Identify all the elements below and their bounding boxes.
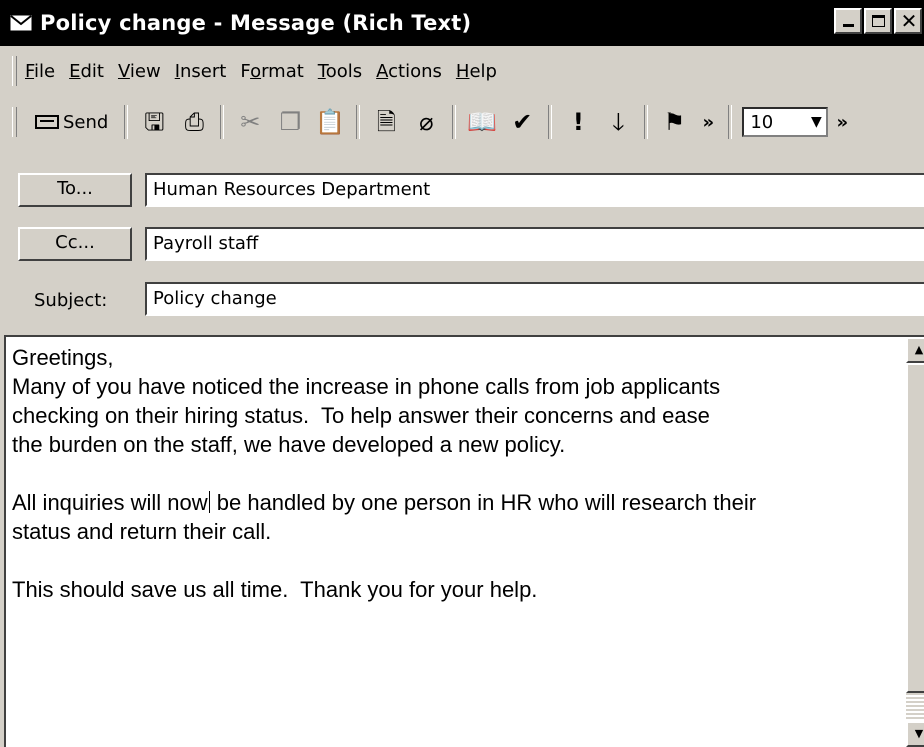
toolbar-separator [728,105,733,139]
toolbar-separator [220,105,225,139]
paste-icon: 📋 [315,108,346,136]
cut-icon: ✂ [240,108,261,136]
body-line: This should save us all time. Thank you … [12,577,538,602]
menu-help[interactable]: Help [456,61,497,82]
send-button[interactable]: Send [29,104,114,140]
menu-tools[interactable]: Tools [318,61,362,82]
paste-button[interactable]: 📋 [314,104,346,140]
send-icon [35,115,59,129]
to-button[interactable]: To... [18,173,132,207]
maximize-button[interactable] [864,8,892,34]
toolbar-separator [124,105,129,139]
to-field[interactable]: Human Resources Department [145,173,924,207]
check-names-icon: ✔ [512,108,533,136]
copy-button[interactable]: ❐ [274,104,306,140]
formatting-more-button[interactable]: » [832,104,852,140]
subject-label: Subject: [34,290,108,311]
arrow-down-icon: ▼ [914,727,924,740]
flag-icon: ⚑ [663,108,686,136]
to-row: To... Human Resources Department [0,169,924,207]
maximize-icon [872,15,885,27]
menu-file[interactable]: File [25,61,55,82]
menu-view[interactable]: View [118,61,161,82]
check-names-button[interactable]: ✔ [506,104,538,140]
scroll-up-button[interactable]: ▲ [906,337,924,363]
vertical-scrollbar[interactable]: ▲ ▼ [906,337,924,747]
chevron-more-icon: » [702,111,715,133]
toolbar-more-button[interactable]: » [698,104,718,140]
arrow-up-icon: ▲ [914,343,924,356]
body-line: checking on their hiring status. To help… [12,403,710,428]
dropdown-arrow-icon[interactable]: ▼ [806,114,826,130]
scroll-thumb[interactable] [906,363,924,693]
toolbar-separator [356,105,361,139]
high-importance-icon: ! [572,108,584,136]
window-title: Policy change - Message (Rich Text) [40,11,472,35]
attach-icon: ⌀ [419,108,434,136]
minimize-icon [843,24,854,27]
message-body[interactable]: Greetings, Many of you have noticed the … [4,335,924,747]
low-importance-icon: 🡓 [612,108,625,136]
minimize-button[interactable] [834,8,862,34]
body-line: status and return their call. [12,519,272,544]
chevron-more-icon: » [836,111,849,133]
cut-button[interactable]: ✂ [234,104,266,140]
text-caret [208,491,210,513]
print-icon: ⎙ [184,108,204,136]
envelope-icon [10,15,32,31]
attach-button[interactable]: ⌀ [410,104,442,140]
insert-file-button[interactable]: 🗎 [370,104,402,140]
subject-field[interactable]: Policy change [145,282,924,316]
menu-bar: File Edit View Insert Format Tools Actio… [0,49,924,93]
scroll-down-button[interactable]: ▼ [906,721,924,747]
body-line: All inquiries will now [12,490,208,515]
low-importance-button[interactable]: 🡓 [602,104,634,140]
flag-button[interactable]: ⚑ [658,104,690,140]
body-line: the burden on the staff, we have develop… [12,432,566,457]
menu-edit[interactable]: Edit [69,61,104,82]
toolbar-separator [548,105,553,139]
high-importance-button[interactable]: ! [562,104,594,140]
body-line: Many of you have noticed the increase in… [12,374,721,399]
body-line: Greetings, [12,345,114,370]
message-text[interactable]: Greetings, Many of you have noticed the … [12,343,902,604]
toolbar-grip[interactable] [12,107,17,137]
window-controls: ✕ [834,8,922,34]
menu-insert[interactable]: Insert [175,61,227,82]
standard-toolbar: Send 🖫 ⎙ ✂ ❐ 📋 🗎 ⌀ 📖 ✔ ! 🡓 ⚑ » 10 ▼ » [0,95,924,149]
subject-row: Subject: Policy change [0,278,924,316]
insert-file-icon: 🗎 [376,108,396,136]
save-button[interactable]: 🖫 [138,104,170,140]
cc-field[interactable]: Payroll staff [145,227,924,261]
body-line: be handled by one person in HR who will … [210,490,757,515]
close-icon: ✕ [900,9,918,33]
title-bar: Policy change - Message (Rich Text) ✕ [0,0,924,46]
save-icon: 🖫 [144,108,165,136]
menu-grip[interactable] [12,56,17,86]
close-button[interactable]: ✕ [894,8,922,34]
toolbar-separator [452,105,457,139]
print-button[interactable]: ⎙ [178,104,210,140]
toolbar-separator [644,105,649,139]
menu-format[interactable]: Format [240,61,303,82]
address-book-icon: 📖 [467,108,498,136]
cc-button[interactable]: Cc... [18,227,132,261]
cc-row: Cc... Payroll staff [0,223,924,261]
menu-actions[interactable]: Actions [376,61,442,82]
font-size-select[interactable]: 10 ▼ [742,107,829,137]
address-book-button[interactable]: 📖 [466,104,498,140]
copy-icon: ❐ [279,108,302,136]
